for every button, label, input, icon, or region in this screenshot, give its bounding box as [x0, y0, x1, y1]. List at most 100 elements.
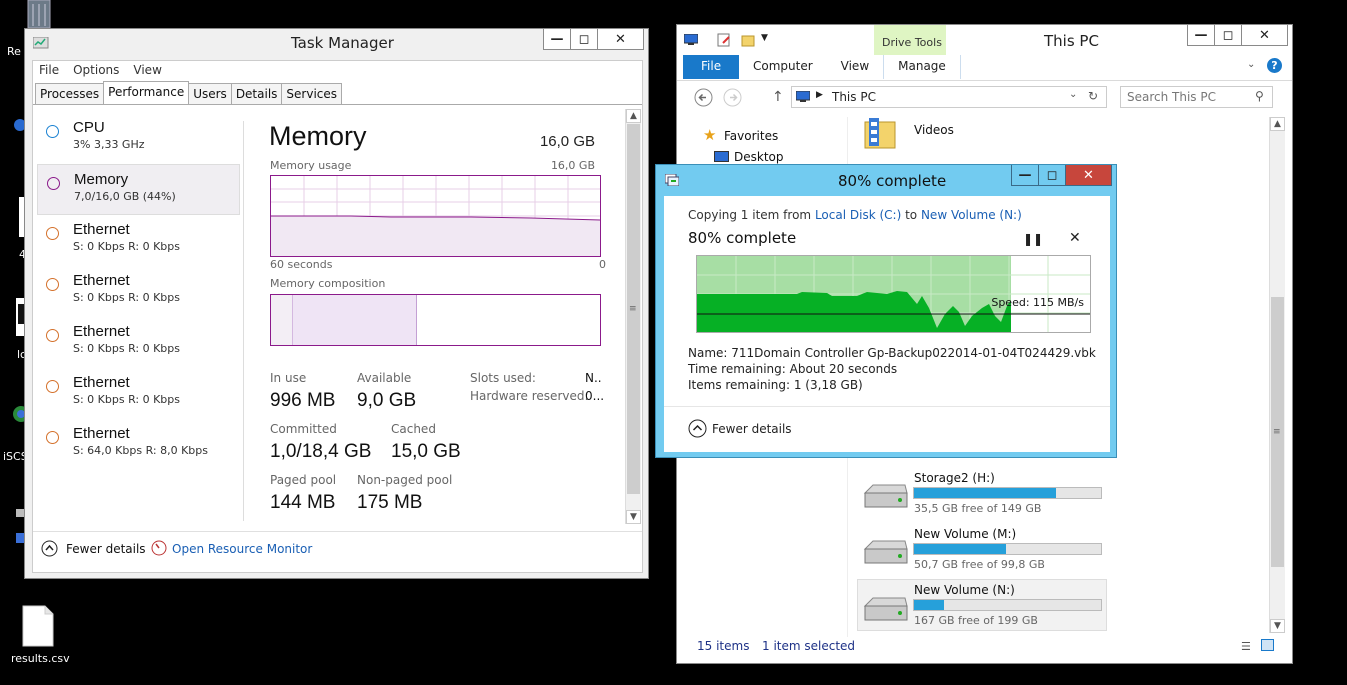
back-icon[interactable]	[694, 88, 713, 107]
transfer-speed-plot	[697, 256, 1090, 332]
to-word: to	[905, 208, 918, 222]
ribbon-tab-file[interactable]: File	[683, 55, 739, 79]
scroll-up-arrow[interactable]: ▲	[1270, 117, 1285, 131]
scroll-grip-icon: ≡	[629, 304, 637, 314]
time-remaining-value: About 20 seconds	[789, 362, 898, 376]
help-icon[interactable]: ?	[1267, 58, 1282, 73]
open-resource-monitor-link[interactable]: Open Resource Monitor	[172, 542, 312, 556]
in-use-label: In use	[270, 371, 307, 385]
scroll-down-arrow[interactable]: ▼	[1270, 619, 1285, 633]
tab-processes[interactable]: Processes	[35, 83, 105, 105]
new-folder-icon[interactable]	[741, 33, 755, 50]
desktop-icon-label[interactable]: Re	[7, 45, 21, 58]
scroll-thumb[interactable]: ≡	[1271, 297, 1284, 567]
pause-icon[interactable]: ❚❚	[1023, 232, 1043, 246]
drive-name[interactable]: New Volume (N:)	[914, 583, 1015, 597]
videos-folder-icon[interactable]	[863, 116, 897, 150]
tab-details[interactable]: Details	[230, 83, 283, 105]
tab-performance[interactable]: Performance	[103, 81, 190, 104]
perf-item-name: Ethernet	[73, 374, 130, 391]
committed-label: Committed	[270, 422, 337, 436]
large-icons-view-icon[interactable]	[1261, 639, 1274, 651]
file-label[interactable]: results.csv	[11, 652, 70, 665]
address-dropdown-icon[interactable]: ⌄	[1069, 89, 1077, 100]
ribbon-tab-view[interactable]: View	[827, 55, 883, 79]
memory-usage-max: 16,0 GB	[550, 159, 595, 172]
destination-link[interactable]: New Volume (N:)	[921, 208, 1022, 222]
up-icon[interactable]: ↑	[772, 89, 784, 105]
menu-file[interactable]: File	[39, 63, 59, 81]
drive-name[interactable]: Storage2 (H:)	[914, 471, 995, 485]
maximize-button[interactable]: ◻	[1039, 165, 1066, 185]
chevron-up-icon[interactable]	[41, 540, 58, 557]
perf-item-ethernet[interactable]: Ethernet S: 0 Kbps R: 0 Kbps	[37, 317, 240, 368]
perf-item-ethernet[interactable]: Ethernet S: 0 Kbps R: 0 Kbps	[37, 368, 240, 419]
menu-view[interactable]: View	[133, 63, 161, 81]
folder-videos[interactable]: Videos	[914, 123, 954, 137]
perf-item-name: Ethernet	[73, 272, 130, 289]
ethernet-status-icon	[46, 380, 59, 393]
vertical-scrollbar[interactable]: ▲ ≡ ▼	[625, 109, 641, 524]
tab-divider	[33, 104, 642, 105]
maximize-button[interactable]: ◻	[571, 29, 598, 49]
recycle-bin-icon[interactable]	[20, 0, 56, 30]
items-remaining-row: Items remaining: 1 (3,18 GB)	[688, 378, 863, 392]
menu-options[interactable]: Options	[73, 63, 119, 81]
minimize-button[interactable]: —	[1188, 25, 1215, 45]
perf-item-name: CPU	[73, 119, 105, 136]
tab-services[interactable]: Services	[281, 83, 343, 105]
search-icon[interactable]: ⚲	[1255, 89, 1264, 103]
task-manager-titlebar[interactable]: Task Manager — ◻ ✕	[25, 29, 648, 57]
perf-item-ethernet[interactable]: Ethernet S: 64,0 Kbps R: 8,0 Kbps	[37, 419, 240, 470]
chevron-up-icon[interactable]	[688, 419, 707, 438]
search-box[interactable]: Search This PC ⚲	[1120, 86, 1273, 108]
perf-item-sub: S: 0 Kbps R: 0 Kbps	[73, 240, 180, 253]
source-link[interactable]: Local Disk (C:)	[815, 208, 901, 222]
close-button[interactable]: ✕	[598, 29, 643, 49]
file-icon[interactable]	[21, 604, 55, 648]
menu-bar: File Options View	[33, 61, 642, 81]
scroll-thumb[interactable]: ≡	[627, 124, 640, 494]
fewer-details-button[interactable]: Fewer details	[712, 422, 792, 436]
copy-dialog-title: 80% complete	[838, 172, 947, 190]
minimize-button[interactable]: —	[1012, 165, 1039, 185]
drive-name[interactable]: New Volume (M:)	[914, 527, 1016, 541]
address-bar[interactable]: ▶ This PC ⌄ ↻	[791, 86, 1107, 108]
perf-item-ethernet[interactable]: Ethernet S: 0 Kbps R: 0 Kbps	[37, 266, 240, 317]
copy-dialog-titlebar[interactable]: 80% complete — ◻ ✕	[656, 165, 1116, 193]
memory-status-icon	[47, 177, 60, 190]
nav-favorites[interactable]: Favorites	[724, 129, 778, 143]
explorer-titlebar[interactable]: ▼ Drive Tools This PC — ◻ ✕	[677, 25, 1292, 55]
details-view-icon[interactable]: ☰	[1241, 640, 1251, 653]
perf-item-memory[interactable]: Memory 7,0/16,0 GB (44%)	[37, 164, 240, 215]
memory-usage-plot	[271, 176, 601, 256]
window-controls: — ◻ ✕	[1187, 25, 1288, 46]
search-input[interactable]: Search This PC	[1127, 90, 1216, 104]
fewer-details-link[interactable]: Fewer details	[66, 542, 146, 556]
explorer-scrollbar[interactable]: ▲ ≡ ▼	[1269, 117, 1285, 633]
ribbon-tab-computer[interactable]: Computer	[739, 55, 827, 79]
scroll-up-arrow[interactable]: ▲	[626, 109, 641, 123]
resource-monitor-icon[interactable]	[151, 540, 167, 556]
close-button[interactable]: ✕	[1242, 25, 1287, 45]
hw-reserved-label: Hardware reserved:	[470, 389, 589, 403]
perf-item-cpu[interactable]: CPU 3% 3,33 GHz	[37, 113, 240, 164]
minimize-button[interactable]: —	[544, 29, 571, 49]
close-button[interactable]: ✕	[1066, 165, 1111, 185]
time-remaining-label: Time remaining:	[688, 362, 786, 376]
maximize-button[interactable]: ◻	[1215, 25, 1242, 45]
ribbon-tab-manage[interactable]: Manage	[883, 55, 961, 79]
quick-access-dropdown-icon[interactable]: ▼	[761, 33, 768, 43]
properties-icon[interactable]	[717, 33, 731, 50]
scroll-down-arrow[interactable]: ▼	[626, 510, 641, 524]
cancel-copy-icon[interactable]: ✕	[1069, 230, 1081, 246]
cached-value: 15,0 GB	[391, 441, 461, 462]
task-manager-app-icon	[32, 36, 49, 49]
perf-item-ethernet[interactable]: Ethernet S: 0 Kbps R: 0 Kbps	[37, 215, 240, 266]
forward-icon[interactable]	[723, 88, 742, 107]
refresh-icon[interactable]: ↻	[1088, 89, 1098, 103]
tab-users[interactable]: Users	[188, 83, 232, 105]
speed-label: Speed: 115 MB/s	[991, 296, 1084, 309]
nav-desktop[interactable]: Desktop	[734, 150, 784, 164]
ribbon-expand-icon[interactable]: ⌄	[1247, 59, 1255, 70]
